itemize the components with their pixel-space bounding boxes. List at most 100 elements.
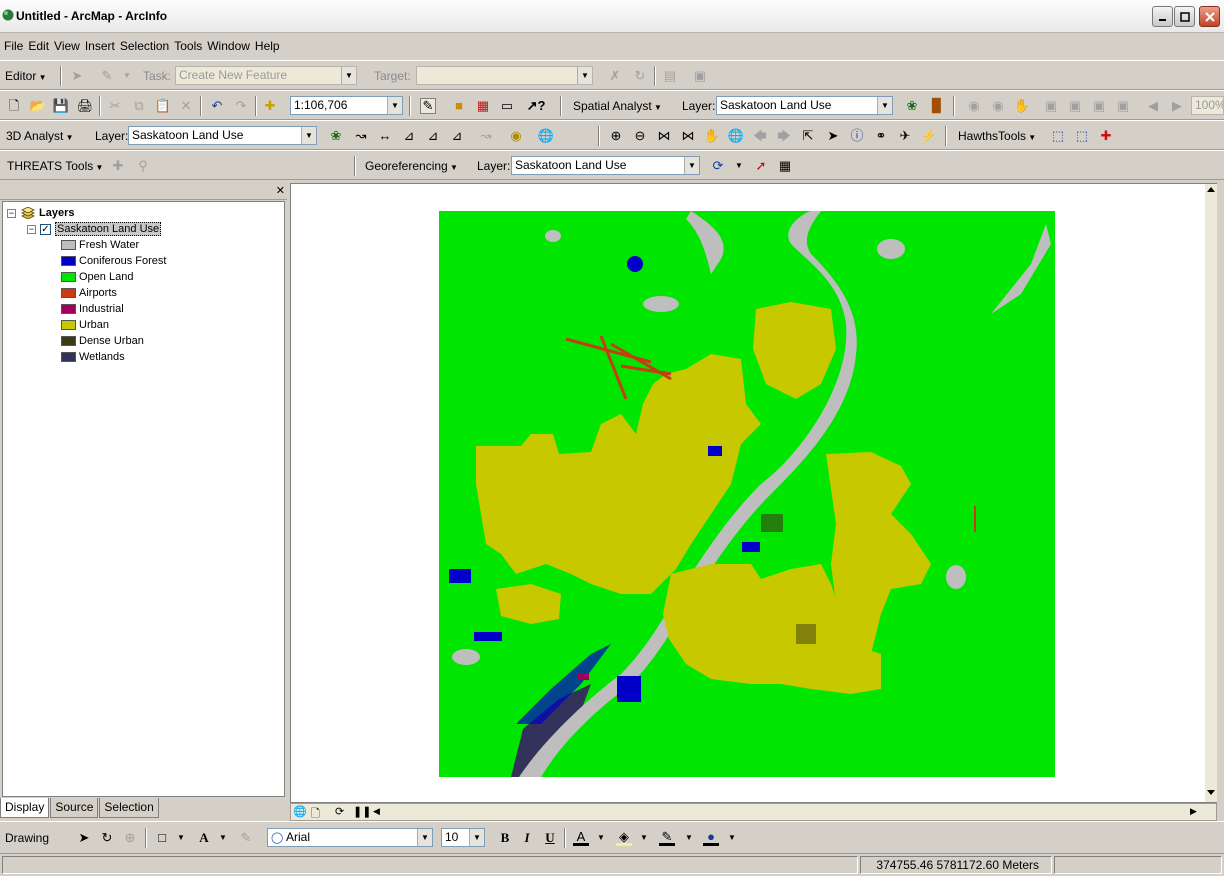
zoom-in-disabled-icon[interactable]: ◉ (966, 98, 982, 114)
menu-selection[interactable]: Selection (120, 39, 169, 53)
arctoolbox-icon[interactable]: ▦ (475, 98, 491, 114)
search-tool-icon[interactable]: ⚲ (135, 158, 151, 174)
fixed-zoom-out-icon[interactable]: ⋈ (680, 128, 696, 144)
zoom-in-icon[interactable]: ⊕ (608, 128, 624, 144)
map-display[interactable] (290, 183, 1217, 803)
target-select[interactable]: ▼ (416, 66, 593, 85)
menu-edit[interactable]: Edit (28, 39, 49, 53)
collapse-icon[interactable]: − (27, 224, 36, 234)
rectangle-icon[interactable]: □ (154, 830, 170, 846)
layer-visibility-checkbox[interactable]: ✓ (40, 223, 51, 235)
georeferencing-menu[interactable]: Georeferencing (365, 159, 458, 173)
profile-graph-icon[interactable]: ↝ (478, 128, 494, 144)
fill-color-dropdown-icon[interactable]: ▼ (636, 830, 652, 846)
sketch-dropdown-icon[interactable]: ▼ (119, 68, 135, 84)
create-contours-icon[interactable]: ❀ (328, 128, 344, 144)
georef-layer-select[interactable]: Saskatoon Land Use ▼ (511, 156, 700, 175)
editor-toolbar-toggle-icon[interactable]: ✎ (420, 98, 436, 114)
tab-display[interactable]: Display (0, 798, 50, 818)
pan-hand-icon[interactable]: ✋ (704, 128, 720, 144)
fixed-zoom-in-disabled-icon[interactable]: ▣ (1067, 98, 1083, 114)
threats-tools-menu[interactable]: THREATS Tools (7, 159, 103, 173)
font-name-select[interactable]: ◯ Arial ▼ (267, 828, 433, 847)
full-extent-globe-icon[interactable]: 🌐 (728, 128, 744, 144)
whats-this-help-icon[interactable]: ↗? (527, 98, 546, 114)
rectangle-dropdown-icon[interactable]: ▼ (173, 830, 189, 846)
fill-color-icon[interactable]: ◈ (616, 829, 632, 846)
scroll-up-icon[interactable] (1205, 184, 1217, 196)
forward-disabled-icon[interactable]: ▶ (1169, 98, 1185, 114)
menu-insert[interactable]: Insert (85, 39, 115, 53)
menu-help[interactable]: Help (255, 39, 280, 53)
attributes-icon[interactable]: ▤ (662, 68, 678, 84)
hawths-tools-menu[interactable]: HawthsTools (958, 129, 1036, 143)
fixed-zoom-out-disabled-icon[interactable]: ▣ (1091, 98, 1107, 114)
close-icon[interactable]: ✕ (276, 184, 285, 197)
close-button[interactable] (1199, 6, 1220, 27)
select-rectangle-icon[interactable]: ⬚ (1050, 128, 1066, 144)
histogram-icon[interactable]: ▉ (929, 98, 945, 114)
scroll-right-icon[interactable]: ▶ (1190, 806, 1197, 817)
menu-view[interactable]: View (54, 39, 80, 53)
edit-vertices-icon[interactable]: ✎ (238, 830, 254, 846)
spatial-analyst-menu[interactable]: Spatial Analyst (573, 99, 662, 113)
zoom-to-selected-icon[interactable]: ⊕ (122, 830, 138, 846)
font-color-dropdown-icon[interactable]: ▼ (593, 830, 609, 846)
zoom-out-icon[interactable]: ⊖ (632, 128, 648, 144)
drawing-menu[interactable]: Drawing (5, 831, 49, 845)
rotate-tool-icon[interactable]: ↻ (632, 68, 648, 84)
paste-icon[interactable]: 📋 (155, 98, 171, 114)
fixed-zoom-in-icon[interactable]: ⋈ (656, 128, 672, 144)
back-extent-icon[interactable]: 🡄 (752, 128, 768, 144)
contour-icon[interactable]: ❀ (904, 98, 920, 114)
line-of-sight-icon[interactable]: ↔ (377, 128, 393, 144)
line-color-dropdown-icon[interactable]: ▼ (681, 830, 697, 846)
open-folder-icon[interactable]: 📂 (30, 98, 46, 114)
task-select[interactable]: Create New Feature ▼ (175, 66, 357, 85)
spatial-layer-select[interactable]: Saskatoon Land Use ▼ (716, 96, 893, 115)
menu-window[interactable]: Window (207, 39, 250, 53)
scroll-left-icon[interactable]: ◀ (373, 806, 380, 817)
text-dropdown-icon[interactable]: ▼ (215, 830, 231, 846)
arcglobe-icon[interactable]: 🌐 (538, 128, 554, 144)
layers-root[interactable]: − Layers (7, 205, 74, 221)
arccatalog-icon[interactable]: ■ (451, 98, 467, 114)
edit-arrow-icon[interactable]: ➤ (69, 68, 85, 84)
map-scale-select[interactable]: 1:106,706 ▼ (290, 96, 403, 115)
zoom-out-disabled-icon[interactable]: ◉ (990, 98, 1006, 114)
map-horizontal-scrollbar[interactable]: 🌐 🗋 ⟳ ❚❚ ◀ ▶ (290, 803, 1217, 821)
interpolate-polygon-icon[interactable]: ⊿ (449, 128, 465, 144)
italic-button[interactable]: I (519, 830, 535, 846)
cut-icon[interactable]: ✂ (107, 98, 123, 114)
land-use-raster[interactable] (291, 184, 1216, 802)
layer-saskatoon[interactable]: − ✓ Saskatoon Land Use (27, 221, 162, 237)
delete-icon[interactable]: ✕ (178, 98, 194, 114)
map-vertical-scrollbar[interactable] (1205, 184, 1217, 802)
full-extent-disabled-icon[interactable]: ▣ (1043, 98, 1059, 114)
sketch-pencil-icon[interactable]: ✎ (99, 68, 115, 84)
back-disabled-icon[interactable]: ◀ (1145, 98, 1161, 114)
find-binoculars-icon[interactable]: ⚭ (873, 128, 889, 144)
font-size-select[interactable]: 10 ▼ (441, 828, 485, 847)
new-document-icon[interactable]: 🗋 (6, 98, 22, 114)
tab-source[interactable]: Source (50, 798, 99, 818)
link-table-icon[interactable]: ▦ (777, 158, 793, 174)
steepest-path-icon[interactable]: ↝ (353, 128, 369, 144)
bold-button[interactable]: B (497, 830, 513, 846)
crosshair-icon[interactable]: ✚ (1098, 128, 1114, 144)
pause-drawing-icon[interactable]: ❚❚ (353, 805, 371, 818)
copy-icon[interactable]: ⧉ (131, 98, 147, 114)
editor-menu-button[interactable]: Editor (5, 69, 47, 83)
interpolate-point-icon[interactable]: ⊿ (401, 128, 417, 144)
hyperlink-lightning-icon[interactable]: ⚡ (921, 128, 937, 144)
font-color-icon[interactable]: A (573, 829, 589, 846)
split-tool-icon[interactable]: ✗ (607, 68, 623, 84)
pan-disabled-icon[interactable]: ✋ (1014, 98, 1030, 114)
add-control-points-icon[interactable]: ➚ (753, 158, 769, 174)
print-icon[interactable]: 🖨 (77, 98, 94, 114)
command-line-icon[interactable]: ▭ (499, 98, 515, 114)
sketch-properties-icon[interactable]: ▣ (692, 68, 708, 84)
undo-icon[interactable]: ↶ (209, 98, 225, 114)
select-elements-arrow-icon[interactable]: ➤ (825, 128, 841, 144)
refresh-icon[interactable]: ⟳ (335, 805, 344, 818)
